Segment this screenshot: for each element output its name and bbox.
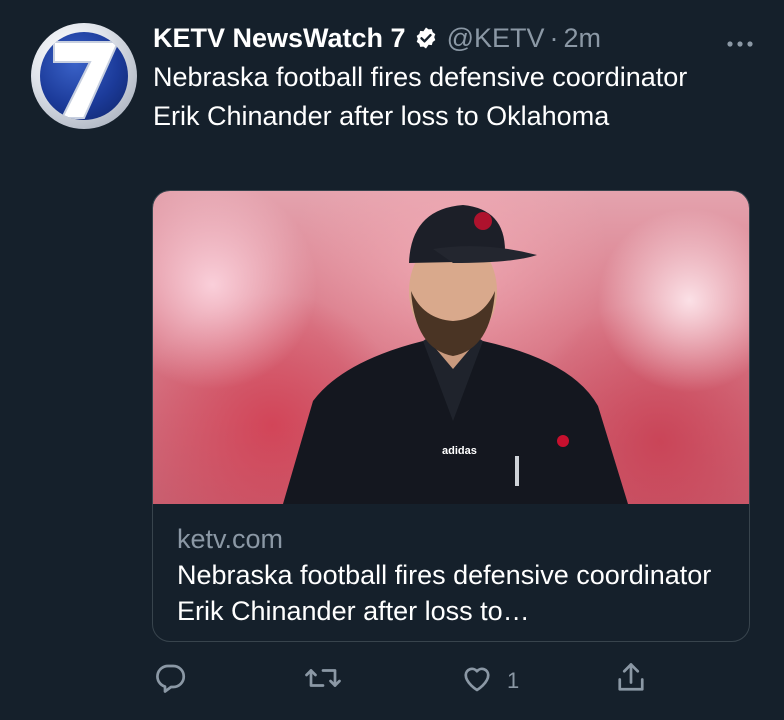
verified-badge-icon <box>414 26 438 50</box>
card-title: Nebraska football fires defensive coordi… <box>177 560 712 626</box>
share-icon <box>613 660 649 702</box>
separator: · <box>549 22 559 53</box>
avatar[interactable] <box>31 23 137 129</box>
more-options-icon[interactable] <box>726 26 754 57</box>
display-name[interactable]: KETV NewsWatch 7 <box>153 23 406 54</box>
card-image[interactable]: adidas <box>153 191 749 504</box>
tweet-header: KETV NewsWatch 7 @KETV · 2m <box>153 18 754 58</box>
handle[interactable]: @KETV <box>447 23 545 54</box>
card-meta: ketv.com Nebraska football fires defensi… <box>177 521 729 629</box>
coach-photo: adidas <box>283 205 628 504</box>
avatar-logo <box>40 32 128 120</box>
like-count: 1 <box>507 668 520 693</box>
tweet-actions: 1 <box>153 660 673 700</box>
retweet-button[interactable] <box>303 660 343 702</box>
like-button[interactable]: 1 <box>459 660 519 702</box>
tweet-text: Nebraska football fires defensive coordi… <box>153 62 688 131</box>
card-domain: ketv.com <box>177 524 284 554</box>
link-card[interactable]: adidas ketv.com Nebraska football fires … <box>152 190 750 642</box>
reply-icon <box>153 660 189 702</box>
retweet-icon <box>303 660 343 702</box>
reply-button[interactable] <box>153 660 189 702</box>
share-button[interactable] <box>613 660 649 702</box>
jacket-logo: adidas <box>442 445 477 457</box>
timestamp[interactable]: 2m <box>564 23 602 54</box>
heart-icon <box>459 660 495 702</box>
